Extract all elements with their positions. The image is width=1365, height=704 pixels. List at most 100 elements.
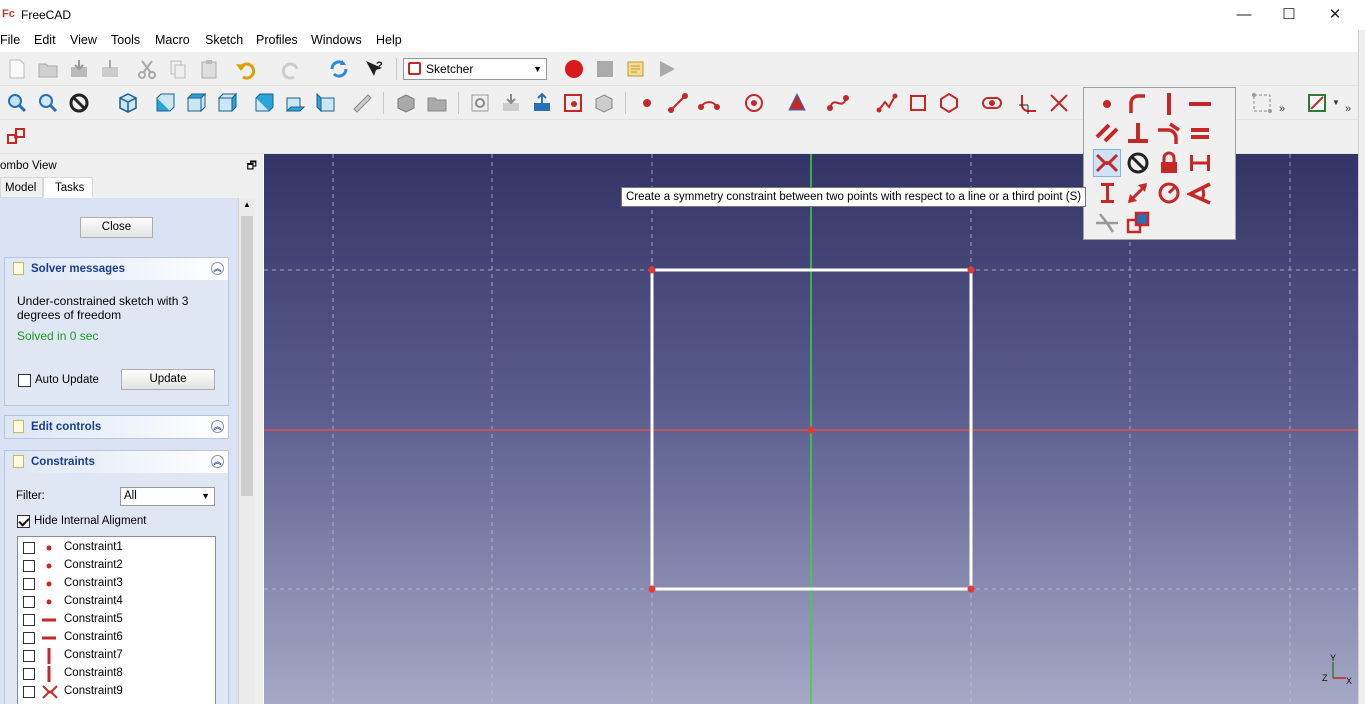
minimize-button[interactable]: —: [1221, 4, 1267, 26]
menu-help[interactable]: Help: [376, 33, 402, 47]
list-item[interactable]: Constraint1: [18, 539, 215, 557]
scroll-thumb[interactable]: [241, 216, 253, 496]
tab-tasks[interactable]: Tasks: [43, 177, 93, 198]
constraint-checkbox[interactable]: [23, 578, 35, 590]
update-button[interactable]: Update: [121, 369, 215, 390]
bottom-view-icon[interactable]: [283, 91, 307, 115]
scroll-up-icon[interactable]: ▲: [239, 200, 255, 214]
collapse-icon[interactable]: ︽: [211, 262, 224, 275]
workbench-selector[interactable]: Sketcher ▼: [403, 58, 547, 80]
undo-icon[interactable]: [234, 57, 258, 81]
constrain-equal-icon[interactable]: [1186, 119, 1214, 147]
constrain-lock-icon[interactable]: [1155, 149, 1183, 177]
validate-sketch-icon[interactable]: [1305, 91, 1329, 115]
paste-icon[interactable]: [197, 57, 221, 81]
maximize-button[interactable]: ☐: [1266, 4, 1312, 26]
menu-edit[interactable]: Edit: [34, 33, 56, 47]
list-item[interactable]: Constraint8: [18, 665, 215, 683]
create-bspline-icon[interactable]: [826, 91, 850, 115]
create-circle-icon[interactable]: [742, 91, 766, 115]
constrain-distance-icon[interactable]: [1124, 179, 1152, 207]
list-item[interactable]: Constraint6: [18, 629, 215, 647]
constraint-checkbox[interactable]: [23, 650, 35, 662]
trim-icon[interactable]: [1047, 91, 1071, 115]
constraint-checkbox[interactable]: [23, 542, 35, 554]
list-item[interactable]: Constraint7: [18, 647, 215, 665]
fillet-icon[interactable]: [1016, 91, 1040, 115]
list-item[interactable]: Constraint4: [18, 593, 215, 611]
constraint-checkbox[interactable]: [23, 632, 35, 644]
fit-all-icon[interactable]: [5, 91, 29, 115]
constraint-list[interactable]: Constraint1 Constraint2 Constraint3 Cons…: [17, 536, 216, 704]
leave-sketch-icon[interactable]: [499, 91, 523, 115]
constrain-block-icon[interactable]: [1124, 149, 1152, 177]
constrain-point-on-object-icon[interactable]: [1124, 90, 1152, 118]
validate-dropdown-icon[interactable]: ▼: [1332, 98, 1340, 107]
menu-tools[interactable]: Tools: [111, 33, 140, 47]
sketch-vertex[interactable]: [648, 266, 656, 274]
create-conic-icon[interactable]: [785, 91, 809, 115]
constrain-horizontal-distance-icon[interactable]: [1186, 149, 1214, 177]
collapse-icon[interactable]: ︽: [211, 420, 224, 433]
construction-mode-icon[interactable]: [1250, 91, 1274, 115]
front-view-icon[interactable]: [153, 91, 177, 115]
create-polygon-icon[interactable]: [937, 91, 961, 115]
filter-select[interactable]: All ▼: [120, 487, 215, 506]
tab-model[interactable]: Model: [0, 177, 43, 198]
menu-macro[interactable]: Macro: [155, 33, 190, 47]
menu-view[interactable]: View: [70, 33, 97, 47]
menu-windows[interactable]: Windows: [311, 33, 362, 47]
cut-icon[interactable]: [135, 57, 159, 81]
close-task-button[interactable]: Close: [80, 217, 153, 238]
constrain-parallel-icon[interactable]: [1093, 119, 1121, 147]
menu-sketch[interactable]: Sketch: [205, 33, 243, 47]
list-item[interactable]: Constraint3: [18, 575, 215, 593]
create-group-icon[interactable]: [425, 91, 449, 115]
macro-stop-icon[interactable]: [593, 57, 617, 81]
save-as-icon[interactable]: [98, 57, 122, 81]
sketch-vertex[interactable]: [967, 266, 975, 274]
constraints-header[interactable]: Constraints ︽: [5, 451, 228, 473]
auto-update-checkbox[interactable]: [18, 374, 31, 387]
collapse-icon[interactable]: ︽: [211, 455, 224, 468]
constrain-snell-icon[interactable]: [1093, 209, 1121, 237]
sketch-vertex[interactable]: [648, 585, 656, 593]
tasks-scrollbar[interactable]: ▲: [238, 198, 255, 704]
create-arc-icon[interactable]: [697, 91, 721, 115]
hide-internal-checkbox[interactable]: [17, 515, 30, 528]
list-item[interactable]: Constraint9: [18, 683, 215, 701]
view-sketch-icon[interactable]: [530, 91, 554, 115]
create-rectangle-icon[interactable]: [906, 91, 930, 115]
float-panel-icon[interactable]: 🗗: [247, 157, 257, 175]
create-polyline-icon[interactable]: [875, 91, 899, 115]
save-icon[interactable]: [67, 57, 91, 81]
close-window-button[interactable]: ✕: [1312, 4, 1358, 26]
new-sketch-icon[interactable]: [468, 91, 492, 115]
edit-controls-header[interactable]: Edit controls ︽: [5, 416, 228, 438]
constrain-angle-icon[interactable]: [1186, 179, 1214, 207]
create-point-icon[interactable]: [635, 91, 659, 115]
isometric-view-icon[interactable]: [116, 91, 140, 115]
constraint-checkbox[interactable]: [23, 686, 35, 698]
draw-style-icon[interactable]: [67, 91, 91, 115]
refresh-icon[interactable]: [327, 57, 351, 81]
solver-messages-header[interactable]: Solver messages ︽: [5, 258, 228, 280]
constraint-checkbox[interactable]: [23, 560, 35, 572]
macro-edit-icon[interactable]: [624, 57, 648, 81]
constrain-symmetric-icon[interactable]: [1093, 149, 1121, 177]
sketcher-tools-icon[interactable]: [5, 125, 29, 149]
more-tools-icon-2[interactable]: »: [1277, 97, 1287, 121]
left-view-icon[interactable]: [314, 91, 338, 115]
reorient-sketch-icon[interactable]: [592, 91, 616, 115]
constrain-vertical-icon[interactable]: [1155, 90, 1183, 118]
macro-run-icon[interactable]: [655, 57, 679, 81]
copy-icon[interactable]: [166, 57, 190, 81]
sketch-vertex[interactable]: [967, 585, 975, 593]
menu-profiles[interactable]: Profiles: [256, 33, 298, 47]
right-edge-scrollbar[interactable]: [1358, 30, 1365, 704]
list-item[interactable]: Constraint5: [18, 611, 215, 629]
measure-distance-icon[interactable]: [350, 91, 374, 115]
new-file-icon[interactable]: [5, 57, 29, 81]
constraint-checkbox[interactable]: [23, 614, 35, 626]
toggle-driving-icon[interactable]: [1124, 209, 1152, 237]
